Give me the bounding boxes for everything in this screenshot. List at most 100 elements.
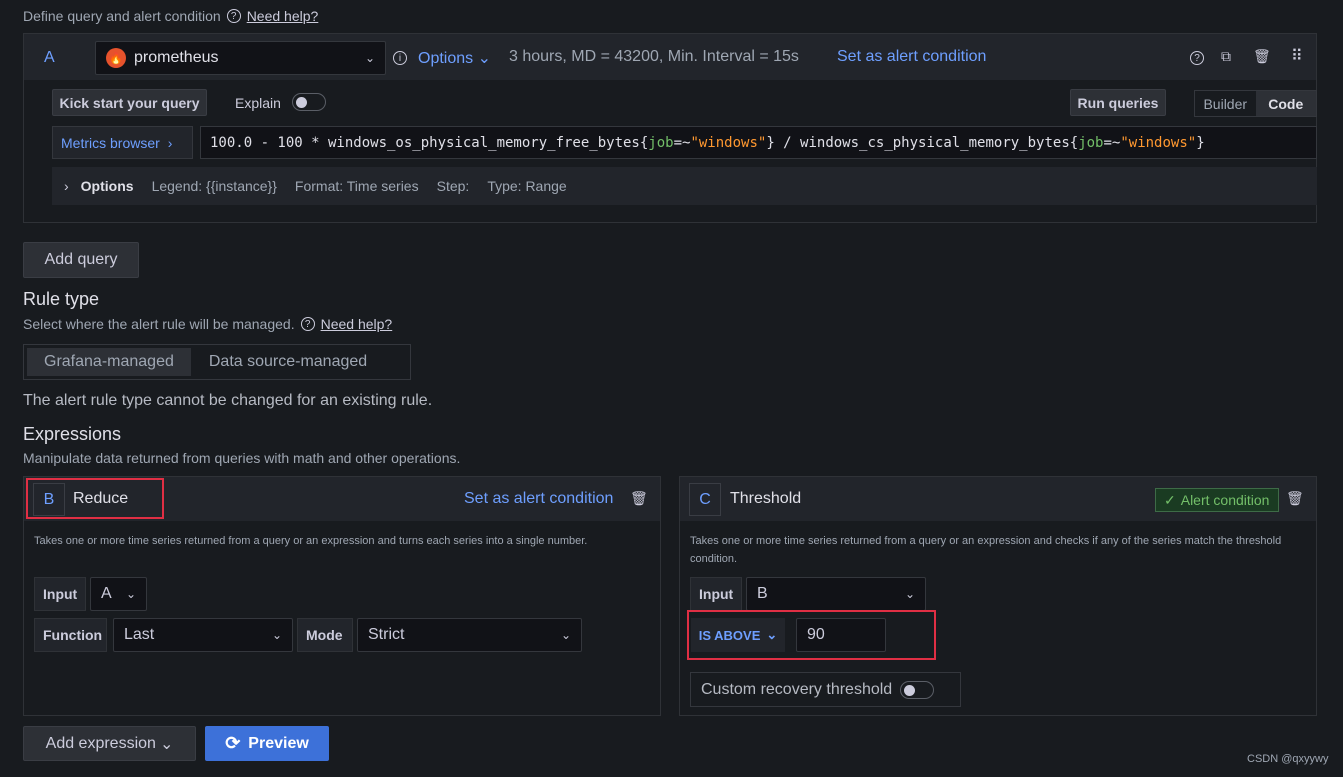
- threshold-ref-badge: C: [689, 483, 721, 516]
- help-icon: ?: [226, 9, 241, 23]
- info-icon: i: [393, 51, 407, 65]
- trash-icon[interactable]: 🗑: [630, 490, 648, 507]
- rule-type-desc-row: Select where the alert rule will be mana…: [23, 316, 392, 332]
- metrics-browser-label: Metrics browser: [61, 134, 160, 151]
- rule-type-title: Rule type: [23, 289, 100, 309]
- need-help-link[interactable]: Need help?: [247, 8, 319, 24]
- query-options-summary: 3 hours, MD = 43200, Min. Interval = 15s: [509, 48, 799, 65]
- chevron-down-icon: ⌄: [904, 587, 915, 601]
- trash-icon[interactable]: 🗑: [1253, 48, 1271, 65]
- alert-condition-badge: ✓ Alert condition: [1155, 488, 1279, 512]
- expr-part: }: [1196, 134, 1205, 151]
- query-options-toggle[interactable]: Options ⌄: [418, 48, 491, 68]
- expr-label-value: "windows": [690, 134, 767, 151]
- chevron-down-icon: ⌄: [364, 51, 375, 65]
- kick-start-query-button[interactable]: Kick start your query: [52, 89, 207, 116]
- code-mode-button[interactable]: Code: [1255, 91, 1316, 116]
- reduce-expression-panel: B Reduce Set as alert condition 🗑 Takes …: [23, 476, 661, 716]
- prometheus-icon: 🔥: [106, 48, 126, 68]
- chevron-right-icon: ›: [64, 178, 69, 194]
- duplicate-icon[interactable]: ⧉: [1221, 48, 1231, 65]
- mode-label: Mode: [297, 618, 353, 652]
- reduce-mode-select[interactable]: Strict ⌄: [357, 618, 582, 652]
- threshold-operator: IS ABOVE: [698, 627, 761, 643]
- expr-part: } / windows_cs_physical_memory_bytes{: [766, 134, 1079, 151]
- metrics-browser-button[interactable]: Metrics browser ›: [52, 126, 193, 159]
- legend-option: Legend: {{instance}}: [151, 178, 277, 194]
- builder-mode-button[interactable]: Builder: [1195, 91, 1256, 116]
- threshold-input-select[interactable]: B ⌄: [746, 577, 926, 611]
- reduce-name: Reduce: [73, 490, 129, 507]
- alert-condition-label: Alert condition: [1180, 492, 1270, 508]
- preview-label: Preview: [248, 734, 309, 752]
- chevron-down-icon: ⌄: [271, 628, 282, 642]
- reduce-desc: Takes one or more time series returned f…: [34, 535, 588, 547]
- reduce-ref: B: [43, 490, 55, 508]
- editor-mode-switch: Builder Code: [1194, 90, 1317, 117]
- custom-recovery-toggle[interactable]: [900, 680, 935, 699]
- reduce-mode-value: Strict: [368, 626, 405, 643]
- rule-type-switch: Grafana-managed Data source-managed: [23, 344, 411, 380]
- reduce-input-value: A: [101, 585, 112, 602]
- datasource-managed-option[interactable]: Data source-managed: [191, 348, 385, 376]
- step-option: Step:: [436, 178, 470, 194]
- add-query-button[interactable]: Add query: [23, 242, 139, 278]
- function-label: Function: [34, 618, 107, 652]
- section-title: Define query and alert condition: [23, 8, 221, 24]
- threshold-value-input[interactable]: 90: [796, 618, 886, 652]
- expr-part: 100.0 - 100 * windows_os_physical_memory…: [210, 134, 649, 151]
- threshold-desc: Takes one or more time series returned f…: [690, 535, 1282, 565]
- rule-type-note: The alert rule type cannot be changed fo…: [23, 392, 433, 409]
- reduce-input-select[interactable]: A ⌄: [90, 577, 147, 611]
- chevron-down-icon: ⌄: [159, 735, 174, 753]
- query-ref[interactable]: A: [44, 49, 55, 67]
- reduce-function-select[interactable]: Last ⌄: [113, 618, 293, 652]
- expr-label-key: job: [648, 134, 674, 151]
- query-editor[interactable]: 100.0 - 100 * windows_os_physical_memory…: [200, 126, 1317, 159]
- reduce-function-value: Last: [124, 626, 155, 643]
- watermark: CSDN @qxyywy: [1247, 753, 1329, 765]
- custom-recovery-label: Custom recovery threshold: [701, 680, 893, 698]
- threshold-operator-select[interactable]: IS ABOVE ⌄: [691, 618, 785, 652]
- chevron-down-icon: ⌄: [766, 627, 778, 642]
- expr-operator: =~: [1103, 134, 1121, 151]
- format-option: Format: Time series: [294, 178, 419, 194]
- refresh-icon: ⟳: [225, 733, 241, 753]
- explain-toggle[interactable]: [292, 93, 326, 111]
- expr-label-value: "windows": [1120, 134, 1197, 151]
- chevron-down-icon: ⌄: [560, 628, 571, 642]
- threshold-value: 90: [807, 626, 825, 643]
- input-label: Input: [34, 577, 86, 611]
- datasource-picker[interactable]: 🔥 prometheus ⌄: [95, 41, 386, 75]
- custom-recovery-row: Custom recovery threshold: [690, 672, 961, 707]
- query-panel: A 🔥 prometheus ⌄ i Options ⌄ 3 hours, MD…: [23, 33, 1317, 223]
- add-expression-button[interactable]: Add expression ⌄: [23, 726, 196, 761]
- grafana-managed-option[interactable]: Grafana-managed: [27, 348, 191, 376]
- expr-operator: =~: [673, 134, 691, 151]
- reduce-ref-badge: B: [33, 483, 65, 516]
- threshold-name: Threshold: [730, 490, 802, 507]
- drag-handle-icon[interactable]: ⠿: [1291, 46, 1303, 66]
- explain-label: Explain: [235, 95, 281, 111]
- options-label: Options: [80, 178, 134, 194]
- threshold-ref: C: [699, 490, 711, 508]
- chevron-down-icon: ⌄: [125, 587, 136, 601]
- query-options-row[interactable]: › Options Legend: {{instance}} Format: T…: [52, 167, 1317, 205]
- threshold-input-value: B: [757, 585, 768, 602]
- preview-button[interactable]: ⟳ Preview: [205, 726, 329, 761]
- datasource-name: prometheus: [134, 49, 219, 66]
- threshold-expression-panel: C Threshold ✓ Alert condition 🗑 Takes on…: [679, 476, 1317, 716]
- add-expression-label: Add expression: [45, 734, 156, 752]
- need-help-link[interactable]: Need help?: [321, 316, 393, 332]
- input-label: Input: [690, 577, 742, 611]
- trash-icon[interactable]: 🗑: [1286, 490, 1304, 507]
- set-alert-condition-button[interactable]: Set as alert condition: [837, 48, 986, 66]
- expressions-desc: Manipulate data returned from queries wi…: [23, 450, 461, 466]
- rule-type-desc: Select where the alert rule will be mana…: [23, 316, 295, 332]
- expressions-title: Expressions: [23, 424, 122, 444]
- help-icon: ?: [300, 317, 315, 331]
- help-icon[interactable]: ?: [1190, 51, 1204, 65]
- run-queries-button[interactable]: Run queries: [1070, 89, 1166, 116]
- type-option: Type: Range: [487, 178, 567, 194]
- set-alert-condition-button[interactable]: Set as alert condition: [464, 490, 613, 508]
